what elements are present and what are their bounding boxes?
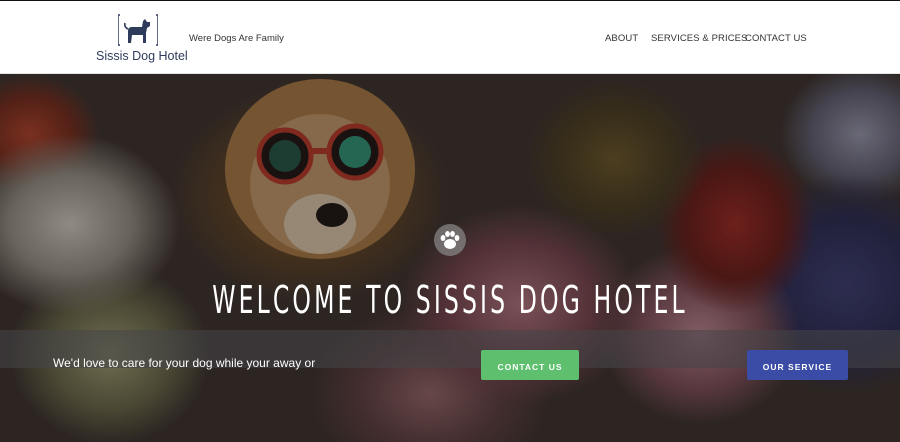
contact-us-button[interactable]: CONTACT US (481, 350, 579, 380)
nav-about[interactable]: ABOUT (605, 33, 638, 44)
site-logo[interactable]: Sissis Dog Hotel (92, 13, 188, 65)
hero-title: WELCOME TO SISSIS DOG HOTEL (212, 278, 688, 322)
hero-overlay (0, 74, 900, 442)
dog-logo-icon (118, 14, 158, 46)
intro-text: We'd love to care for your dog while you… (53, 356, 316, 370)
nav-contact-us[interactable]: CONTACT US (745, 33, 807, 44)
hero-banner: WELCOME TO SISSIS DOG HOTEL (0, 74, 900, 442)
site-tagline: Were Dogs Are Family (189, 33, 284, 44)
our-service-button[interactable]: OUR SERVICE (747, 350, 848, 380)
logo-text: Sissis Dog Hotel (96, 49, 188, 63)
paw-icon (434, 224, 466, 256)
nav-services-prices[interactable]: SERVICES & PRICES (651, 33, 748, 44)
site-header: Sissis Dog Hotel Were Dogs Are Family AB… (0, 1, 900, 74)
